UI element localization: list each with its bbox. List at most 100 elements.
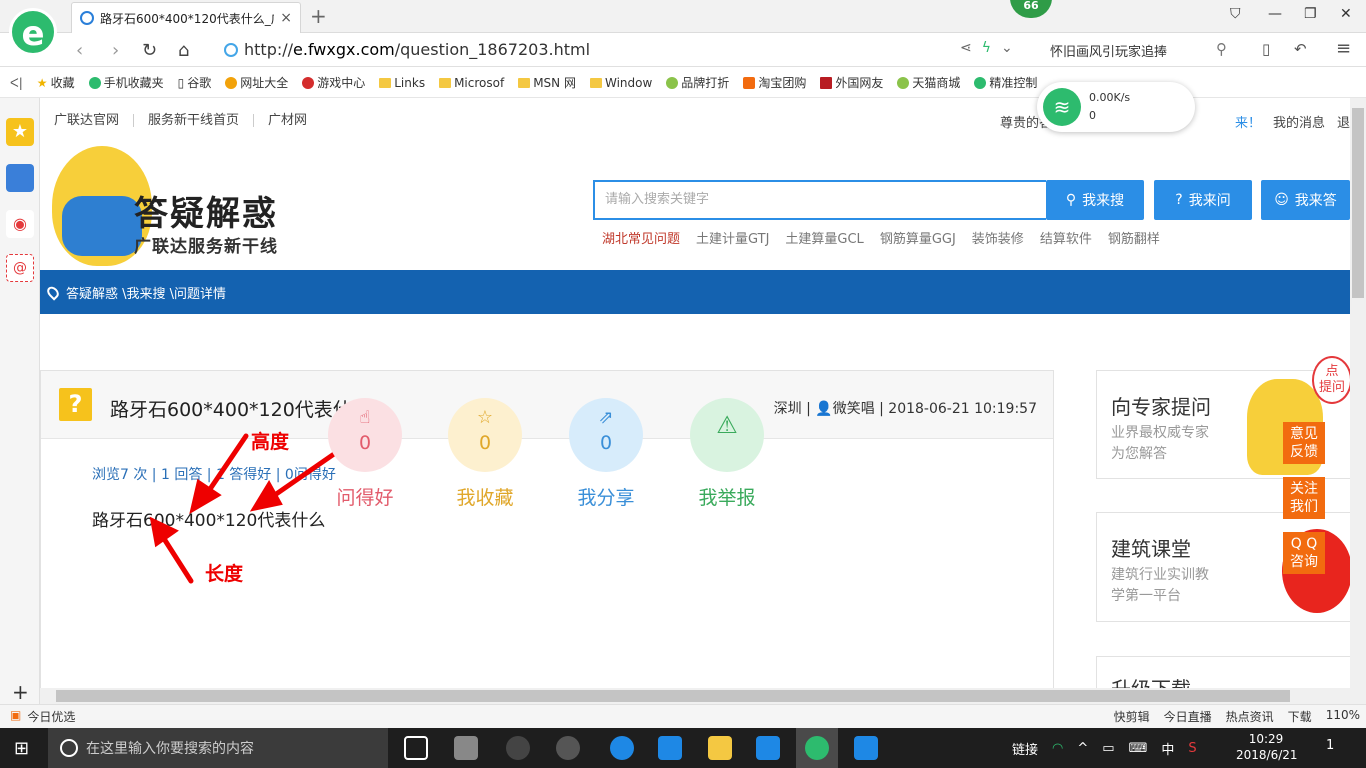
bookmark-item[interactable]: 精准控制 [974,74,1037,91]
hotword-link[interactable]: 结算软件 [1040,228,1092,247]
skin-icon[interactable]: ⛉ [1230,6,1241,22]
status-item[interactable]: 下载 [1288,708,1312,725]
url-field[interactable]: http://e.fwxgx.com/question_1867203.html [224,40,590,59]
forward-icon[interactable]: › [112,40,119,61]
edge-icon[interactable] [610,736,634,760]
back-icon[interactable]: ‹ [76,40,83,61]
status-item[interactable]: 热点资讯 [1226,708,1274,725]
answer-button[interactable]: ☺ 我来答 [1261,180,1350,220]
share-icon[interactable]: ⋖ [960,40,972,56]
reader-icon[interactable] [6,164,34,192]
search-icon[interactable]: ⚲ [1216,40,1227,58]
favorite-label[interactable]: 我收藏 [440,483,530,510]
taskbar-search[interactable]: 在这里输入你要搜索的内容 [48,728,388,768]
browser-tab[interactable]: 路牙石600*400*120代表什么_广 × [71,2,301,33]
app-plus-icon[interactable] [854,736,878,760]
bookmark-item[interactable]: 淘宝团购 [743,74,806,91]
bookmark-item[interactable]: ▯ 谷歌 [178,74,212,91]
browser-alt-icon[interactable] [556,736,580,760]
bookmark-item[interactable]: 品牌打折 [666,74,729,91]
vertical-scroll-thumb[interactable] [1352,108,1364,298]
hotword-link[interactable]: 湖北常见问题 [602,228,680,247]
site-logo[interactable]: 答疑解惑 广联达服务新干线 [52,146,312,266]
hotword-link[interactable]: 钢筋翻样 [1108,228,1160,247]
topnav-link[interactable]: 广材网 [254,114,321,127]
good-question-button[interactable]: ☝ 0 [328,398,402,472]
refresh-icon[interactable]: ↻ [142,40,157,61]
feedback-button[interactable]: 意见 反馈 [1283,422,1325,464]
sidebar-toggle-icon[interactable]: ᐸ| [10,76,23,90]
home-icon[interactable]: ⌂ [178,40,189,61]
bookmark-item[interactable]: 游戏中心 [302,74,365,91]
browser-logo-icon[interactable]: e [9,8,57,56]
clock[interactable]: 10:29 2018/6/21 [1236,731,1298,763]
follow-button[interactable]: 关注 我们 [1283,477,1325,519]
tray-label[interactable]: 链接 [1012,739,1038,758]
bookmark-item[interactable]: 网址大全 [225,74,288,91]
ie-icon[interactable] [658,736,682,760]
close-window-icon[interactable]: ✕ [1340,6,1352,22]
mail-icon[interactable]: @ [6,254,34,282]
favorites-icon[interactable]: ★ [6,118,34,146]
logout-link[interactable]: 退 [1337,112,1350,131]
favorite-button[interactable]: ☆ 0 [448,398,522,472]
download-card[interactable]: 升级下载 [1096,656,1350,688]
new-tab-button[interactable]: + [310,4,327,28]
report-label[interactable]: 我举报 [682,483,772,510]
ime-indicator[interactable]: 中 [1161,739,1174,758]
chevron-down-icon[interactable]: ⌄ [1001,40,1013,56]
tab-close-icon[interactable]: × [280,10,292,26]
bookmark-item[interactable]: MSN 网 [518,74,576,91]
chevron-up-icon[interactable]: ^ [1077,741,1088,756]
site-search-input[interactable]: 请输入搜索关键字 [593,180,1046,220]
ie-alt-icon[interactable] [506,736,530,760]
hotword-link[interactable]: 钢筋算量GGJ [880,228,956,247]
keyboard-icon[interactable]: ⌨ [1129,741,1148,756]
bookmark-item[interactable]: 外国网友 [820,74,883,91]
browser-search-input[interactable]: 怀旧画风引玩家追捧 [1050,41,1167,60]
zoom-level[interactable]: 110% [1326,708,1360,725]
mobile-icon[interactable]: ▯ [1262,40,1270,58]
network-speed-widget[interactable]: ≋ 0.00K/s 0 [1037,82,1195,132]
hotword-link[interactable]: 土建计量GTJ [696,228,769,247]
status-item[interactable]: 快剪辑 [1114,708,1150,725]
restore-icon[interactable]: ❐ [1304,6,1317,22]
horizontal-scroll-thumb[interactable] [56,690,1290,702]
bookmark-item[interactable]: Window [589,76,652,90]
sogou-icon[interactable]: S [1188,741,1196,756]
app-icon[interactable] [454,736,478,760]
weibo-icon[interactable]: ◉ [6,210,34,238]
good-question-label[interactable]: 问得好 [320,483,410,510]
bookmark-item[interactable]: Microsof [439,76,504,90]
ask-bubble[interactable]: 点 提问 [1312,356,1350,404]
bookmark-item[interactable]: 天猫商城 [897,74,960,91]
breadcrumb[interactable]: 答疑解惑 \我来搜 \问题详情 [66,283,226,302]
my-messages-link[interactable]: 我的消息 [1273,112,1325,131]
hotword-link[interactable]: 土建算量GCL [785,228,863,247]
bookmark-item[interactable]: 手机收藏夹 [88,74,164,91]
search-button[interactable]: ⚲ 我来搜 [1046,180,1144,220]
notification-center-icon[interactable]: 1 [1326,738,1334,753]
topnav-link[interactable]: 广联达官网 [40,113,135,127]
bookmark-item[interactable]: Links [379,76,425,90]
ask-button[interactable]: ? 我来问 [1154,180,1252,220]
bookmark-item[interactable]: ★ 收藏 [37,74,75,91]
task-view-icon[interactable] [404,736,428,760]
lightning-icon[interactable]: ϟ [982,40,991,56]
hotword-link[interactable]: 装饰装修 [972,228,1024,247]
share-label[interactable]: 我分享 [561,483,651,510]
file-explorer-icon[interactable] [708,736,732,760]
battery-icon[interactable]: ▭ [1102,741,1114,756]
topnav-link[interactable]: 服务新干线首页 [134,113,255,127]
360-browser-icon[interactable] [805,736,829,760]
undo-icon[interactable]: ↶ [1294,40,1307,58]
menu-icon[interactable]: ≡ [1336,38,1351,59]
report-button[interactable]: ⚠ [690,398,764,472]
app-g-icon[interactable] [756,736,780,760]
qq-consult-button[interactable]: Q Q 咨询 [1283,532,1325,574]
wifi-icon[interactable]: ◠ [1052,741,1063,756]
share-button[interactable]: ⇗ 0 [569,398,643,472]
minimize-icon[interactable]: — [1268,6,1282,22]
today-picks-link[interactable]: 今日优选 [27,708,75,725]
status-item[interactable]: 今日直播 [1164,708,1212,725]
